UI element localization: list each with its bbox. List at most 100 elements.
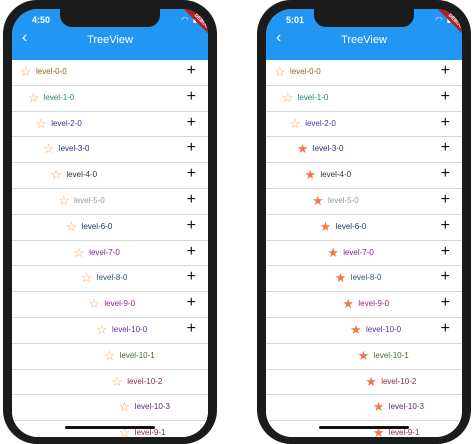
star-icon[interactable]: ☆ xyxy=(289,116,301,131)
star-icon[interactable]: ★ xyxy=(297,141,309,156)
star-icon[interactable]: ★ xyxy=(350,322,362,337)
tree-row[interactable]: ★ level-10-2 xyxy=(266,369,462,396)
expand-plus-icon[interactable]: + xyxy=(187,139,196,157)
status-time: 4:50 xyxy=(32,15,51,25)
tree-row[interactable]: ★ level-7-0 + xyxy=(266,240,462,267)
expand-plus-icon[interactable]: + xyxy=(187,268,196,286)
row-label: level-5-0 xyxy=(328,195,359,205)
star-icon[interactable]: ☆ xyxy=(119,399,131,414)
star-icon[interactable]: ★ xyxy=(365,374,377,389)
tree-row[interactable]: ☆ level-0-0 + xyxy=(266,60,462,86)
tree-row[interactable]: ★ level-5-0 + xyxy=(266,188,462,215)
star-icon[interactable]: ★ xyxy=(320,219,332,234)
phone-frame-left: 4:50 ◠ ▮ ‹ TreeView DEBUG ☆level-0-0+☆le… xyxy=(3,0,217,444)
tree-row[interactable]: ☆ level-2-0 + xyxy=(266,111,462,138)
wifi-icon: ◠ xyxy=(435,15,444,24)
tree-row[interactable]: ★ level-10-0 + xyxy=(266,317,462,344)
star-icon[interactable]: ☆ xyxy=(73,245,85,260)
row-label: level-8-0 xyxy=(350,273,382,283)
expand-plus-icon[interactable]: + xyxy=(441,320,450,338)
expand-plus-icon[interactable]: + xyxy=(187,243,196,261)
expand-plus-icon[interactable]: + xyxy=(441,88,450,106)
expand-plus-icon[interactable]: + xyxy=(441,62,450,80)
star-icon[interactable]: ☆ xyxy=(282,90,294,105)
expand-plus-icon[interactable]: + xyxy=(441,114,450,132)
tree-row[interactable]: ☆ level-1-0 + xyxy=(266,85,462,112)
tree-row[interactable]: ☆ level-1-0 + xyxy=(12,85,208,112)
expand-plus-icon[interactable]: + xyxy=(187,165,196,183)
expand-plus-icon[interactable]: + xyxy=(441,191,450,209)
expand-plus-icon[interactable]: + xyxy=(187,88,196,106)
tree-row[interactable]: ☆ level-8-0 + xyxy=(12,266,208,293)
expand-plus-icon[interactable]: + xyxy=(187,191,196,209)
tree-row[interactable]: ☆ level-9-1 xyxy=(12,421,208,437)
star-icon[interactable]: ☆ xyxy=(88,296,100,311)
tree-row[interactable]: ★ level-4-0 + xyxy=(266,163,462,189)
star-icon[interactable]: ☆ xyxy=(50,167,62,182)
home-indicator xyxy=(65,426,155,429)
star-icon[interactable]: ☆ xyxy=(20,64,32,79)
row-label: level-10-0 xyxy=(366,324,402,334)
tree-row[interactable]: ★ level-8-0 + xyxy=(266,266,462,293)
expand-plus-icon[interactable]: + xyxy=(187,217,196,235)
row-label: level-3-0 xyxy=(58,144,90,154)
tree-row[interactable]: ☆ level-4-0 + xyxy=(12,163,208,189)
star-icon[interactable]: ☆ xyxy=(274,64,286,79)
expand-plus-icon[interactable]: + xyxy=(187,320,196,338)
star-icon[interactable]: ☆ xyxy=(43,141,55,156)
row-label: level-10-3 xyxy=(134,402,170,412)
star-icon[interactable]: ★ xyxy=(358,348,370,363)
expand-plus-icon[interactable]: + xyxy=(441,217,450,235)
expand-plus-icon[interactable]: + xyxy=(441,268,450,286)
star-icon[interactable]: ★ xyxy=(342,296,354,311)
row-label: level-1-0 xyxy=(297,92,329,102)
expand-plus-icon[interactable]: + xyxy=(187,62,196,80)
tree-row[interactable]: ☆ level-6-0 + xyxy=(12,214,208,241)
star-icon[interactable]: ☆ xyxy=(58,193,70,208)
wifi-icon: ◠ xyxy=(181,15,190,24)
expand-plus-icon[interactable]: + xyxy=(441,294,450,312)
tree-row[interactable]: ☆ level-5-0 + xyxy=(12,188,208,215)
row-label: level-1-0 xyxy=(43,92,75,102)
star-icon[interactable]: ☆ xyxy=(28,90,40,105)
tree-row[interactable]: ★ level-6-0 + xyxy=(266,214,462,241)
expand-plus-icon[interactable]: + xyxy=(187,294,196,312)
tree-row[interactable]: ★ level-3-0 + xyxy=(266,137,462,164)
star-icon[interactable]: ☆ xyxy=(81,270,93,285)
tree-row[interactable]: ☆ level-2-0 + xyxy=(12,111,208,138)
star-icon[interactable]: ☆ xyxy=(104,348,116,363)
tree-row[interactable]: ☆ level-10-0 + xyxy=(12,317,208,344)
star-icon[interactable]: ☆ xyxy=(111,374,123,389)
tree-row[interactable]: ★ level-9-1 xyxy=(266,421,462,437)
expand-plus-icon[interactable]: + xyxy=(441,243,450,261)
expand-plus-icon[interactable]: + xyxy=(441,139,450,157)
tree-row[interactable]: ★ level-10-1 xyxy=(266,343,462,370)
row-label: level-5-0 xyxy=(74,195,105,205)
tree-row[interactable]: ★ level-10-3 xyxy=(266,395,462,422)
star-icon[interactable]: ☆ xyxy=(96,322,108,337)
tree-row[interactable]: ☆ level-7-0 + xyxy=(12,240,208,267)
expand-plus-icon[interactable]: + xyxy=(441,165,450,183)
notch xyxy=(314,9,414,27)
tree-row[interactable]: ☆ level-10-1 xyxy=(12,343,208,370)
star-icon[interactable]: ☆ xyxy=(66,219,78,234)
star-icon[interactable]: ★ xyxy=(304,167,316,182)
tree-row[interactable]: ★ level-9-0 + xyxy=(266,292,462,318)
tree-row[interactable]: ☆ level-10-2 xyxy=(12,369,208,396)
star-icon[interactable]: ☆ xyxy=(35,116,47,131)
row-label: level-6-0 xyxy=(335,221,367,231)
tree-row[interactable]: ☆ level-9-0 + xyxy=(12,292,208,318)
tree-row[interactable]: ☆ level-0-0 + xyxy=(12,60,208,86)
star-icon[interactable]: ★ xyxy=(335,270,347,285)
expand-plus-icon[interactable]: + xyxy=(187,114,196,132)
status-time: 5:01 xyxy=(286,15,305,25)
tree-row[interactable]: ☆ level-10-3 xyxy=(12,395,208,422)
tree-row[interactable]: ☆ level-3-0 + xyxy=(12,137,208,164)
star-icon[interactable]: ★ xyxy=(312,193,324,208)
star-icon[interactable]: ★ xyxy=(373,399,385,414)
row-label: level-2-0 xyxy=(51,118,82,128)
star-icon[interactable]: ★ xyxy=(327,245,339,260)
row-label: level-10-3 xyxy=(388,402,424,412)
row-label: level-7-0 xyxy=(89,247,120,257)
row-label: level-4-0 xyxy=(320,170,352,180)
